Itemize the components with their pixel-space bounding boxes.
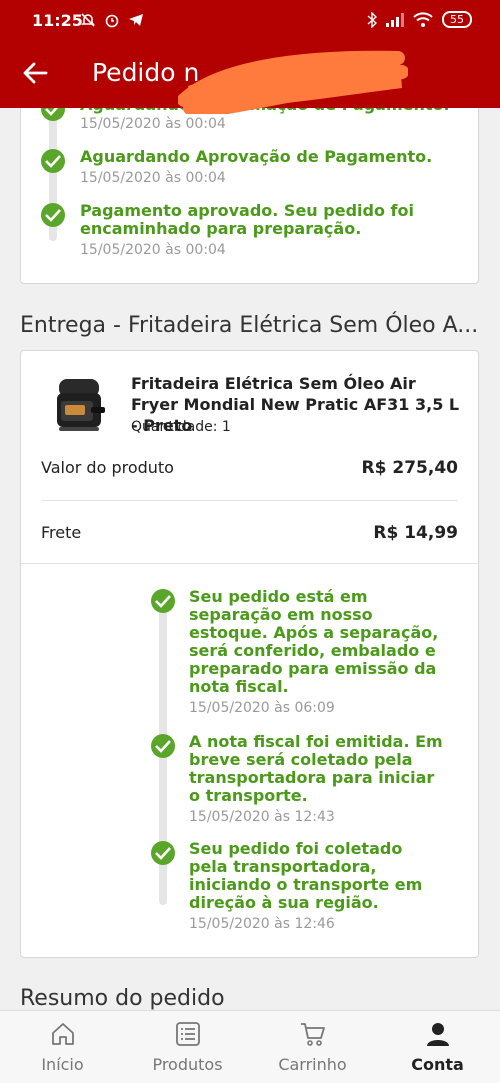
cart-icon <box>301 1023 325 1046</box>
divider <box>21 563 478 564</box>
signal-icon <box>386 12 404 27</box>
app-bar: Pedido n <box>0 38 500 114</box>
nav-produtos[interactable]: Produtos <box>125 1011 250 1083</box>
shipping-value: R$ 14,99 <box>373 523 458 543</box>
timeline-text: Seu pedido está em separação em nosso es… <box>189 587 439 696</box>
telegram-icon <box>129 14 143 26</box>
timeline-text: A nota fiscal foi emitida. Em breve será… <box>189 732 443 805</box>
timeline-date: 15/05/2020 às 12:46 <box>189 916 335 932</box>
product-value-label: Valor do produto <box>41 458 174 477</box>
check-circle-icon <box>41 149 65 173</box>
product-value: R$ 275,40 <box>361 458 458 478</box>
bluetooth-icon <box>367 11 377 28</box>
timeline-date: 15/05/2020 às 06:09 <box>189 700 335 716</box>
battery-indicator: 55 <box>442 11 472 28</box>
back-arrow-icon[interactable] <box>22 60 48 86</box>
timeline-date: 15/05/2020 às 00:04 <box>80 170 226 186</box>
bottom-navigation: Início Produtos Carrinho Conta <box>0 1010 500 1083</box>
nav-label: Conta <box>411 1055 464 1074</box>
timeline-text: Seu pedido foi coletado pela transportad… <box>189 839 423 912</box>
timeline-text: Aguardando Aprovação de Pagamento. <box>80 147 433 166</box>
product-quantity: Quantidade: 1 <box>131 419 231 435</box>
shipping-label: Frete <box>41 523 82 542</box>
check-circle-icon <box>151 589 175 613</box>
nav-inicio[interactable]: Início <box>0 1011 125 1083</box>
delivery-card: Fritadeira Elétrica Sem Óleo Air Fryer M… <box>20 350 479 958</box>
timeline-date: 15/05/2020 às 12:43 <box>189 809 335 825</box>
summary-section-title: Resumo do pedido <box>20 986 225 1011</box>
alarm-icon <box>105 14 119 28</box>
nav-conta[interactable]: Conta <box>375 1011 500 1083</box>
redaction-scribble <box>178 50 408 114</box>
delivery-section-title: Entrega - Fritadeira Elétrica Sem Óleo A… <box>20 313 479 338</box>
user-icon <box>427 1023 449 1046</box>
status-bar: 11:25 55 <box>0 0 500 38</box>
nav-label: Início <box>41 1055 84 1074</box>
timeline-date: 15/05/2020 às 00:04 <box>80 116 226 132</box>
nav-label: Produtos <box>152 1055 223 1074</box>
list-icon <box>176 1022 200 1046</box>
air-fryer-product-image[interactable] <box>51 373 107 437</box>
timeline-text: Pagamento aprovado. Seu pedido foi encam… <box>80 201 414 238</box>
check-circle-icon <box>151 841 175 865</box>
mute-icon <box>81 13 95 27</box>
home-icon <box>52 1023 74 1045</box>
nav-label: Carrinho <box>278 1055 347 1074</box>
nav-carrinho[interactable]: Carrinho <box>250 1011 375 1083</box>
status-time: 11:25 <box>32 11 83 30</box>
status-notification-icons <box>80 12 144 28</box>
status-system-icons: 55 <box>367 11 472 28</box>
divider <box>41 500 458 501</box>
check-circle-icon <box>151 734 175 758</box>
timeline-date: 15/05/2020 às 00:04 <box>80 242 226 258</box>
wifi-icon <box>413 12 433 27</box>
check-circle-icon <box>41 203 65 227</box>
